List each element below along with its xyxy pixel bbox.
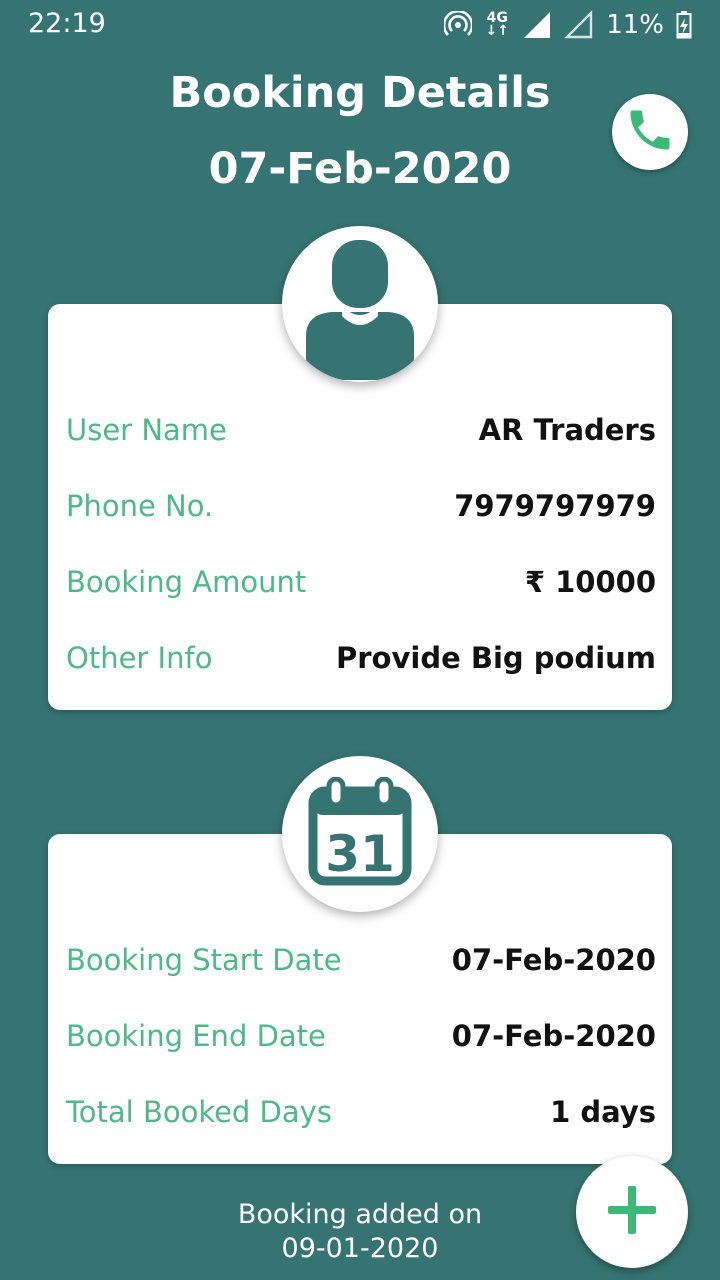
hotspot-icon [444,11,473,39]
battery-charging-icon [676,11,692,39]
user-avatar-icon [282,226,438,382]
user-name-label: User Name [66,413,227,447]
signal-empty-icon [564,10,594,40]
start-date-value: 07-Feb-2020 [451,943,656,977]
battery-percent: 11% [606,10,664,40]
booking-added-date: 09-01-2020 [281,1233,439,1264]
calendar-day-number: 31 [325,825,395,883]
booking-amount-row: Booking Amount ₹ 10000 [66,560,656,604]
user-name-value: AR Traders [478,413,656,447]
phone-icon [624,104,676,160]
booking-amount-value: ₹ 10000 [524,565,656,599]
page-title: Booking Details [169,68,551,118]
phone-label: Phone No. [66,489,214,523]
calendar-icon: 31 [305,776,415,891]
signal-full-icon [522,10,552,40]
end-date-row: Booking End Date 07-Feb-2020 [66,1014,656,1058]
calendar-badge: 31 [282,756,438,912]
plus-icon [605,1183,659,1241]
end-date-label: Booking End Date [66,1019,326,1053]
start-date-label: Booking Start Date [66,943,342,977]
add-booking-button[interactable] [576,1156,688,1268]
booking-date-heading: 07-Feb-2020 [208,144,512,194]
other-info-label: Other Info [66,641,213,675]
booking-added-info: Booking added on 09-01-2020 [160,1198,560,1266]
call-button[interactable] [612,94,688,170]
other-info-value: Provide Big podium [336,641,656,675]
booking-amount-label: Booking Amount [66,565,307,599]
total-days-row: Total Booked Days 1 days [66,1090,656,1134]
user-name-row: User Name AR Traders [66,408,656,452]
status-time: 22:19 [28,8,106,39]
status-bar: 22:19 4G ↓↑ 11% [0,0,720,50]
network-4g-icon: 4G ↓↑ [485,10,509,39]
phone-value: 7979797979 [454,489,656,523]
total-days-value: 1 days [550,1095,656,1129]
end-date-value: 07-Feb-2020 [451,1019,656,1053]
other-info-row: Other Info Provide Big podium [66,636,656,680]
phone-row: Phone No. 7979797979 [66,484,656,528]
start-date-row: Booking Start Date 07-Feb-2020 [66,938,656,982]
total-days-label: Total Booked Days [66,1095,332,1129]
network-type-label: 4G [486,10,508,26]
status-icons: 4G ↓↑ 11% [444,8,692,42]
user-avatar-badge [282,226,438,382]
booking-added-label: Booking added on [237,1199,483,1230]
